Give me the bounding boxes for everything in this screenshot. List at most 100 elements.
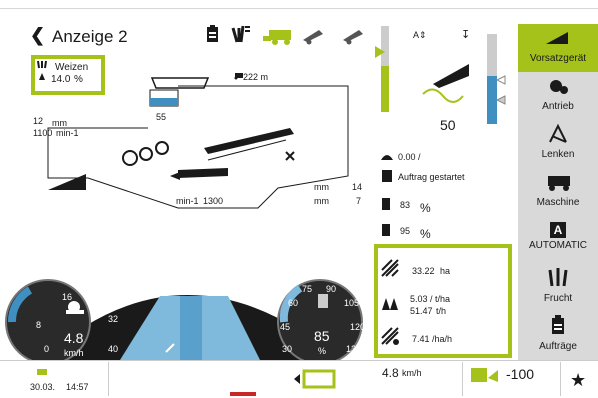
load-tick-90: 90 xyxy=(326,284,337,294)
combine-outline xyxy=(47,85,349,209)
order-icon xyxy=(382,170,392,182)
clipboard-icon[interactable] xyxy=(207,25,218,42)
yield-icon xyxy=(381,155,393,160)
drum-rpm-value: 1100 xyxy=(33,128,53,138)
drum-2 xyxy=(139,147,153,161)
steering-icon xyxy=(549,123,567,143)
machine-icon xyxy=(548,176,570,191)
scale-icon xyxy=(382,298,398,310)
grain-tank-fill xyxy=(150,98,178,106)
bottom-speed-value: 4.8 xyxy=(382,366,399,380)
sidebar-item-frucht[interactable]: Frucht xyxy=(518,264,598,312)
area-rate-icon xyxy=(381,327,399,345)
top-divider xyxy=(0,0,598,9)
steering-assist-icon[interactable] xyxy=(290,366,344,392)
sidebar-item-lenken[interactable]: Lenken xyxy=(518,120,598,168)
drum-3 xyxy=(155,141,169,155)
sidebar-item-auftraege[interactable]: Aufträge xyxy=(518,312,598,360)
mm-b-value: 7 xyxy=(356,196,362,206)
area-unit: ha xyxy=(440,266,451,276)
drum-rpm-unit: min-1 xyxy=(56,128,79,138)
sidebar-item-automatic[interactable]: A AUTOMATIC xyxy=(518,216,598,264)
speed-gauge-value: 4.8 xyxy=(64,330,84,346)
fan-icon xyxy=(170,172,180,180)
sieve-block xyxy=(178,168,228,178)
back-arrow-icon[interactable]: ❮ xyxy=(30,25,45,46)
crop-icon[interactable] xyxy=(231,25,250,43)
bottom-speed-unit: km/h xyxy=(402,368,422,378)
header-tools xyxy=(207,25,363,45)
sidebar-item-label: Aufträge xyxy=(539,341,577,352)
status-indicator xyxy=(230,392,256,396)
concave-value: 12 xyxy=(33,116,44,126)
sidebar-item-label: Frucht xyxy=(543,293,573,304)
fuel-icon xyxy=(382,198,390,210)
adblue-percent-unit: % xyxy=(420,227,431,241)
reel-marker-2 xyxy=(495,95,506,105)
order-status: Auftrag gestartet xyxy=(398,172,465,182)
yield-ha-unit: / t/ha xyxy=(430,294,451,304)
trailer-icon[interactable] xyxy=(343,30,363,45)
divider xyxy=(462,362,463,396)
load-tick-75: 75 xyxy=(302,284,313,294)
sidebar-item-label: AUTOMATIC xyxy=(529,240,587,251)
right-header-value: 50 xyxy=(440,117,456,133)
cutter-bar-icon xyxy=(48,174,86,190)
speed-gauge-unit: km/h xyxy=(64,348,84,358)
speed-tick-0: 0 xyxy=(44,344,50,354)
area-icon xyxy=(381,259,399,277)
header-offset-icon xyxy=(471,368,498,382)
mm-a-unit: mm xyxy=(314,182,329,192)
yield-ha-value: 5.03 xyxy=(410,294,428,304)
drive-icon xyxy=(550,80,568,94)
dashboard-arc-line xyxy=(109,273,271,295)
divider xyxy=(108,362,109,396)
automatic-icon: A xyxy=(550,222,566,238)
harvester-icon[interactable] xyxy=(263,30,291,45)
sidebar-item-maschine[interactable]: Maschine xyxy=(518,168,598,216)
speed-tick-8: 8 xyxy=(36,320,42,330)
crop-icon xyxy=(548,268,568,287)
fuel-percent-unit: % xyxy=(420,201,431,215)
speed-tick-16: 16 xyxy=(62,292,73,302)
rotor-rpm-unit: min-1 xyxy=(176,196,199,206)
load-tick-30: 30 xyxy=(282,344,293,354)
sidebar-item-label: Antrieb xyxy=(542,101,574,112)
adblue-icon xyxy=(382,224,390,236)
height-icon: A⇕ xyxy=(413,30,427,40)
reel-marker-1 xyxy=(495,75,506,85)
yield-h-value: 51.47 xyxy=(410,306,433,316)
orders-icon xyxy=(552,315,564,334)
mm-b-unit: mm xyxy=(314,196,329,206)
speed-tick-32: 32 xyxy=(108,314,119,324)
adblue-percent: 95 xyxy=(400,226,411,236)
ground-line xyxy=(422,88,464,103)
load-gauge-value: 85 xyxy=(314,328,330,344)
load-tick-105: 105 xyxy=(344,298,360,308)
combine-schematic xyxy=(47,77,349,209)
mm-a-value: 14 xyxy=(352,182,363,192)
tank-fill-value: 55 xyxy=(156,112,167,122)
header-attachment-icon xyxy=(546,32,568,44)
area-value: 33.22 xyxy=(412,266,435,276)
sidebar-item-antrieb[interactable]: Antrieb xyxy=(518,72,598,120)
sidebar-item-label: Lenken xyxy=(541,149,575,160)
truck-icon[interactable] xyxy=(303,30,323,45)
speed-harvester-icon xyxy=(234,73,243,80)
load-tick-60: 60 xyxy=(288,298,299,308)
sidebar: Vorsatzgerät Antrieb Lenken Maschine A A… xyxy=(518,24,598,360)
sidebar-item-label: Maschine xyxy=(536,197,580,208)
drum-1 xyxy=(122,150,138,166)
concave-unit: mm xyxy=(52,118,67,128)
status-time: 14:57 xyxy=(66,382,89,392)
status-date: 30.03. xyxy=(30,382,56,392)
page-title: Anzeige 2 xyxy=(52,27,128,46)
header-offset-value[interactable]: -100 xyxy=(506,366,534,382)
speed-tick-24: 24 xyxy=(88,292,99,302)
sidebar-item-vorsatzgeraet[interactable]: Vorsatzgerät xyxy=(518,24,598,72)
rotor-rpm-value: 1300 xyxy=(203,196,224,206)
battery-icon xyxy=(37,369,47,375)
load-gauge-unit: % xyxy=(318,346,327,356)
favorite-star-icon[interactable]: ★ xyxy=(570,370,586,391)
area-rate-unit: /ha/h xyxy=(432,334,453,344)
